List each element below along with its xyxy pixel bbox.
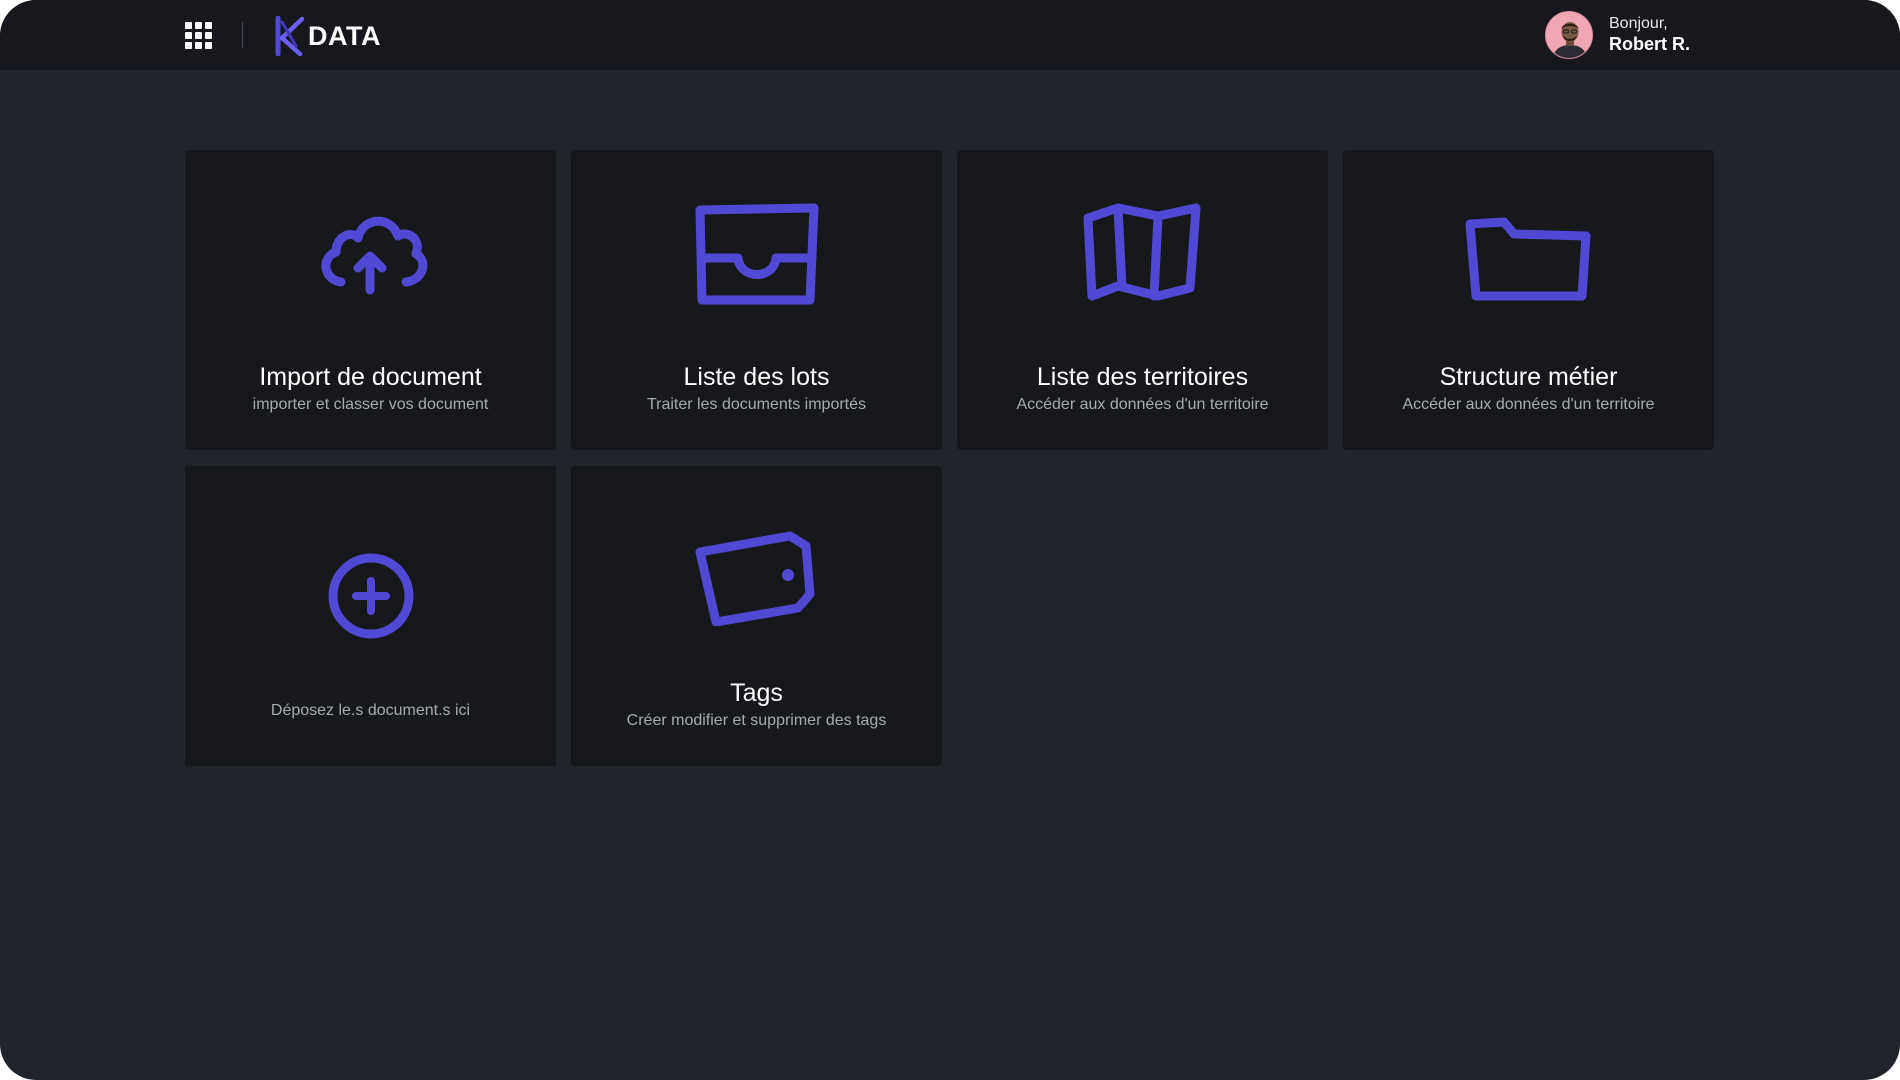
card-subtitle: Accéder aux données d'un territoire (1402, 396, 1655, 413)
dashboard-cards: Import de document importer et classer v… (185, 150, 1715, 766)
logo-mark-icon (275, 16, 305, 56)
card-subtitle: Accéder aux données d'un territoire (1016, 396, 1269, 413)
top-bar: DATA Bonjour, Robert R. (0, 0, 1900, 70)
card-tags[interactable]: Tags Créer modifier et supprimer des tag… (571, 466, 942, 766)
app-window: DATA Bonjour, Robert R. Import de docume… (0, 0, 1900, 1080)
user-menu[interactable]: Bonjour, Robert R. (1545, 11, 1690, 59)
user-greeting-block: Bonjour, Robert R. (1609, 15, 1690, 54)
logo[interactable]: DATA (274, 16, 381, 56)
tag-icon (692, 516, 822, 626)
card-subtitle: Déposez le.s document.s ici (270, 702, 471, 719)
card-title: Structure métier (1439, 363, 1618, 391)
apps-grid-icon[interactable] (185, 22, 212, 49)
card-title: Liste des territoires (1036, 363, 1249, 391)
map-icon (1078, 200, 1208, 310)
card-import-document[interactable]: Import de document importer et classer v… (185, 150, 556, 450)
cloud-upload-icon (306, 200, 436, 310)
card-structure-metier[interactable]: Structure métier Accéder aux données d'u… (1343, 150, 1714, 450)
header-divider (242, 22, 243, 48)
greeting-text: Bonjour, (1609, 15, 1668, 33)
card-title: Tags (730, 679, 783, 707)
plus-circle-icon (306, 541, 436, 651)
card-subtitle: importer et classer vos document (252, 396, 489, 413)
card-liste-lots[interactable]: Liste des lots Traiter les documents imp… (571, 150, 942, 450)
app-name: DATA (308, 20, 381, 51)
card-subtitle: Traiter les documents importés (646, 396, 867, 413)
card-drop-zone[interactable]: Déposez le.s document.s ici (185, 466, 556, 766)
folder-icon (1464, 200, 1594, 310)
card-title: Liste des lots (683, 363, 830, 391)
card-subtitle: Créer modifier et supprimer des tags (626, 712, 887, 729)
user-name: Robert R. (1609, 33, 1690, 54)
card-liste-territoires[interactable]: Liste des territoires Accéder aux donnée… (957, 150, 1328, 450)
card-title: Import de document (259, 363, 482, 391)
avatar[interactable] (1545, 11, 1593, 59)
inbox-tray-icon (692, 200, 822, 310)
avatar-portrait-icon (1546, 12, 1592, 58)
